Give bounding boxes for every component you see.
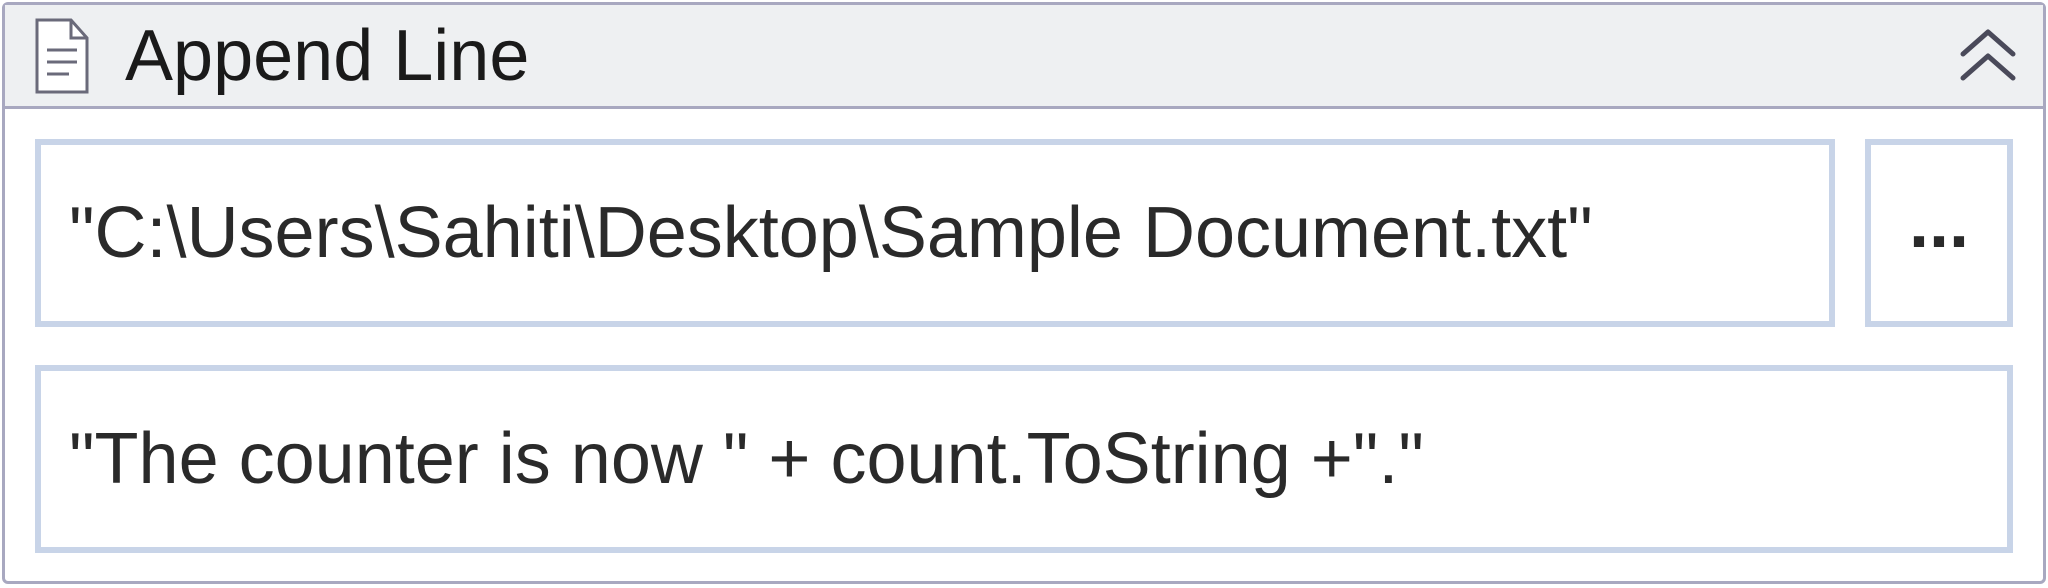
collapse-icon[interactable]: [1953, 26, 2023, 86]
document-icon: [33, 18, 91, 94]
file-path-row: "C:\Users\Sahiti\Desktop\Sample Document…: [35, 139, 2013, 327]
activity-body: "C:\Users\Sahiti\Desktop\Sample Document…: [5, 109, 2043, 581]
browse-button[interactable]: ...: [1865, 139, 2013, 327]
activity-title: Append Line: [125, 15, 1953, 97]
append-line-activity: Append Line "C:\Users\Sahiti\Desktop\Sam…: [2, 2, 2046, 584]
file-path-input[interactable]: "C:\Users\Sahiti\Desktop\Sample Document…: [35, 139, 1835, 327]
activity-header[interactable]: Append Line: [5, 5, 2043, 109]
line-content-input[interactable]: "The counter is now " + count.ToString +…: [35, 365, 2013, 553]
